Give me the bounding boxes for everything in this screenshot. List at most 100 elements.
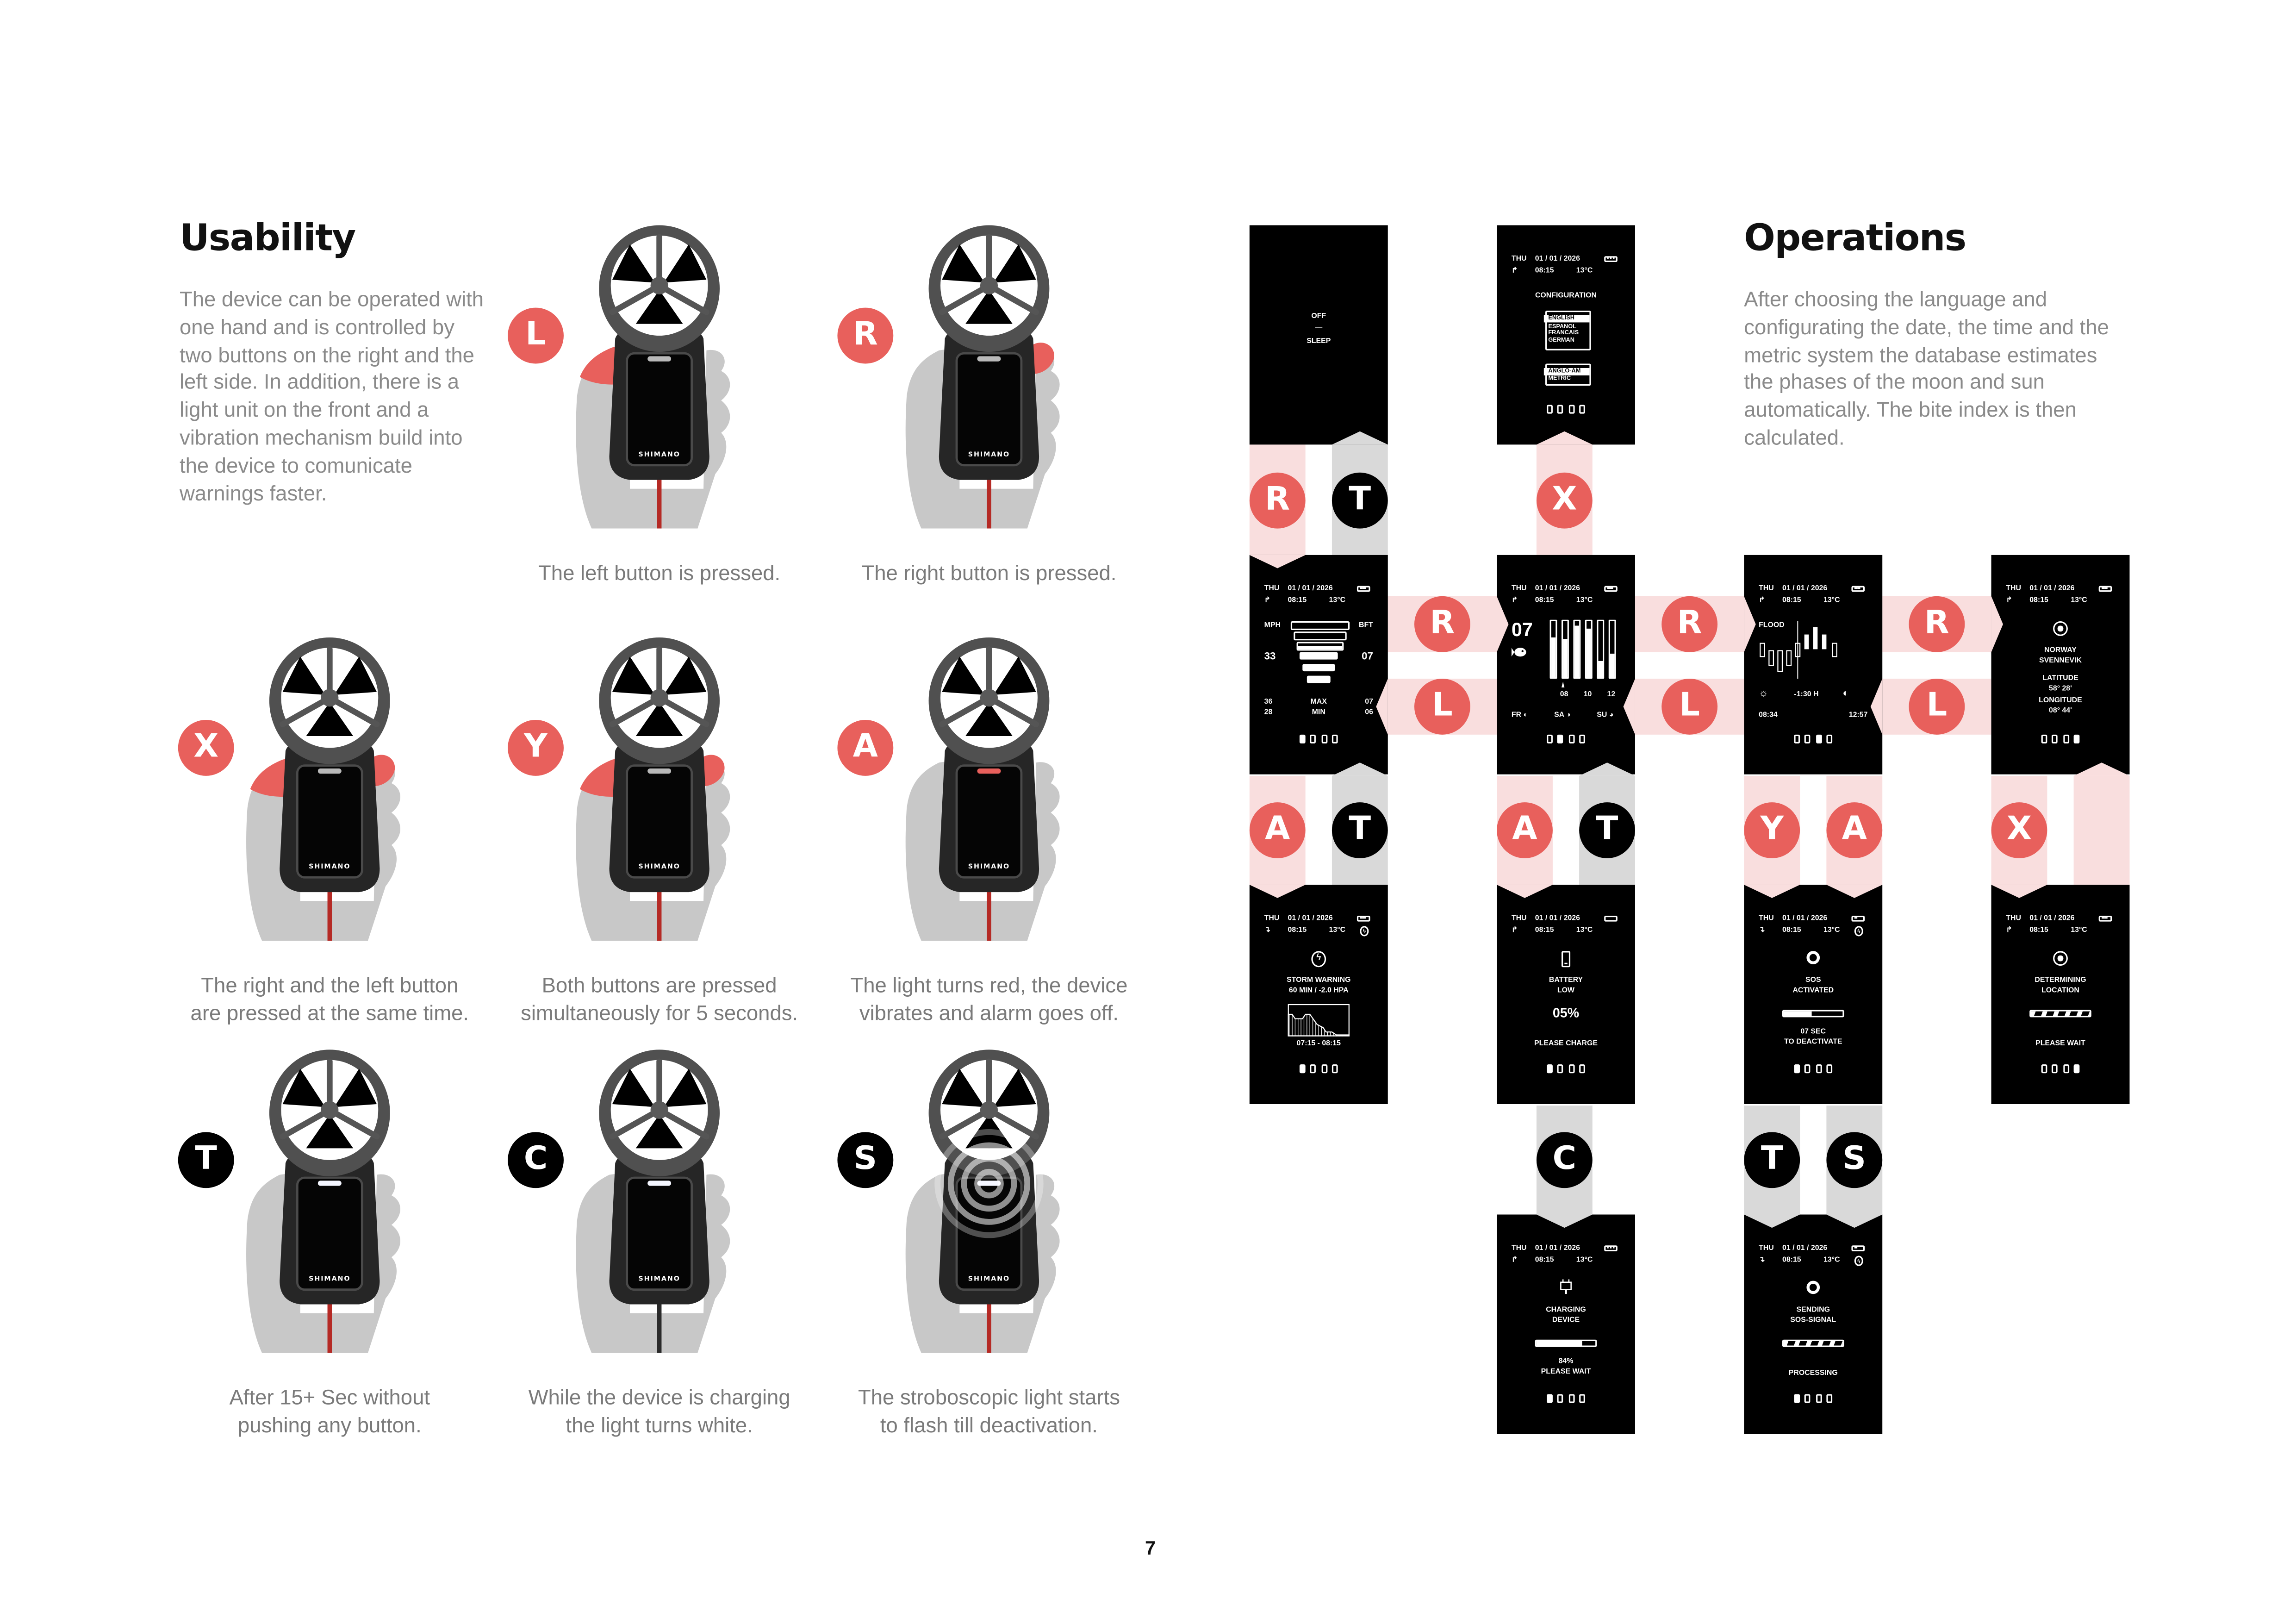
fan-hub: [650, 276, 668, 294]
transition-button-t: T: [1332, 802, 1388, 858]
charging-title: CHARGING: [1546, 1305, 1586, 1315]
device-screen: [955, 352, 1023, 467]
wind-unit: MPH: [1264, 621, 1281, 631]
page-dot: [2063, 734, 2069, 743]
battery-icon: [1851, 915, 1865, 922]
sos-subtitle: ACTIVATED: [1792, 986, 1834, 995]
brand-logo: SHIMANO: [638, 1275, 680, 1283]
transition-button-r: R: [1909, 596, 1965, 652]
sleep-off: OFF: [1311, 312, 1326, 321]
arrow-left-icon: [1376, 678, 1388, 735]
page-indicator: [1497, 405, 1635, 413]
device-caption: The stroboscopic light starts to flash ti…: [812, 1385, 1165, 1441]
page-dot: [1557, 405, 1563, 413]
tide-chart: [1760, 621, 1837, 679]
arrow-up-icon: [1332, 762, 1388, 776]
status-temp: 13°C: [1329, 596, 1346, 605]
arrow-down-icon: [1826, 1214, 1883, 1228]
device-screen: [626, 352, 693, 467]
page-dot: [1804, 1064, 1811, 1073]
fan-hub: [321, 1101, 339, 1119]
transition-button-x: X: [1991, 802, 2047, 858]
latitude-value: 58° 28': [2049, 684, 2072, 693]
device-caption: After 15+ Sec without pushing any button.: [153, 1385, 506, 1441]
caption-line: The left button is pressed.: [538, 562, 781, 586]
alert-icon: ϟ: [1360, 925, 1369, 936]
wind-bft: 07: [1362, 652, 1373, 662]
page-dot: [1568, 1064, 1574, 1073]
device-screen: [955, 764, 1023, 879]
lifebuoy-icon: [1806, 951, 1820, 964]
hand-device-svg: SHIMANO: [905, 1049, 1060, 1353]
brand-logo: SHIMANO: [309, 863, 350, 870]
cable: [987, 886, 991, 941]
status-temp: 13°C: [2071, 926, 2087, 935]
page: Usability The device can be operated wit…: [0, 0, 2296, 1624]
status-time: 08:15: [1782, 1255, 1801, 1265]
page-dot: [1793, 1394, 1799, 1402]
screen-determining-location: DETERMINING LOCATION PLEASE WAIT THU 01 …: [1991, 885, 2130, 1104]
page-dot: [1332, 734, 1338, 743]
arrow-left-icon: [1623, 678, 1635, 735]
page-dot: [1332, 1064, 1338, 1073]
charging-progress-bar: [1535, 1339, 1597, 1347]
battery-icon: [1604, 1244, 1618, 1251]
plug-icon: [1560, 1279, 1572, 1294]
status-day: THU: [1264, 584, 1280, 593]
caption-line: While the device is charging: [528, 1387, 790, 1411]
sunrise-arrow-icon: ↱: [1759, 596, 1765, 605]
caption-line: the light turns white.: [566, 1414, 753, 1438]
day-label: SU ◕: [1597, 711, 1613, 720]
device-illustration-c: SHIMANO: [571, 1048, 748, 1353]
battery-icon: [1604, 585, 1618, 592]
moonrise-time: 12:57: [1848, 711, 1868, 720]
sos-title: SOS: [1805, 976, 1821, 985]
page-dot: [2063, 1064, 2069, 1073]
status-day: THU: [1511, 1244, 1527, 1253]
status-temp: 13°C: [2071, 596, 2087, 605]
transition-button-a: A: [1249, 802, 1306, 858]
locating-wait: PLEASE WAIT: [2035, 1039, 2085, 1049]
cable: [987, 1298, 991, 1353]
arrow-up-icon: [1332, 431, 1388, 445]
battery-icon: [1356, 915, 1370, 922]
page-dot: [1557, 1064, 1563, 1073]
hour-label: 10: [1583, 690, 1592, 700]
bite-bar: [1549, 619, 1557, 679]
target-icon: [2053, 621, 2068, 636]
status-time: 08:15: [1535, 1255, 1554, 1265]
longitude-value: 08° 44': [2049, 706, 2072, 716]
caption-line: Both buttons are pressed: [541, 974, 777, 999]
day-label: SA ◑: [1554, 711, 1571, 720]
status-temp: 13°C: [1576, 1255, 1593, 1265]
page-dot: [2052, 734, 2058, 743]
light-unit: [317, 768, 342, 774]
page-dot: [1546, 1394, 1552, 1402]
fan-hub: [650, 689, 668, 707]
fish-icon: [1511, 648, 1526, 657]
screen-sos-activated: SOS ACTIVATED 07 SEC TO DEACTIVATE THU 0…: [1744, 885, 1883, 1104]
transition-button-l: L: [1909, 678, 1965, 735]
location-country: NORWAY: [2044, 646, 2077, 656]
cable: [327, 1298, 332, 1353]
hour-label: 08: [1560, 690, 1568, 700]
light-unit: [977, 1181, 1001, 1186]
tide-offset: -1:30 H: [1794, 690, 1819, 700]
longitude-label: LONGITUDE: [2039, 696, 2082, 706]
transition-button-t: T: [1744, 1132, 1800, 1188]
battery-icon: [1851, 1244, 1865, 1251]
sos-seconds: 07 SEC: [1800, 1027, 1826, 1037]
arrow-down-icon: [1744, 1214, 1800, 1228]
device-caption: The light turns red, the device vibrates …: [812, 973, 1165, 1029]
status-date: 01 / 01 / 2026: [2029, 584, 2075, 593]
pressure-chart: [1288, 1004, 1350, 1037]
battery-icon: [1604, 255, 1618, 262]
fan-hub: [321, 689, 339, 707]
transition-button-t: T: [1332, 472, 1388, 529]
brand-logo: SHIMANO: [968, 451, 1010, 458]
cable: [657, 886, 662, 941]
page-indicator: [1744, 734, 1882, 743]
arrow-right-icon: [1497, 596, 1509, 652]
device-caption: The right and the left button are pressed…: [153, 973, 506, 1029]
battery-action: PLEASE CHARGE: [1534, 1039, 1598, 1049]
